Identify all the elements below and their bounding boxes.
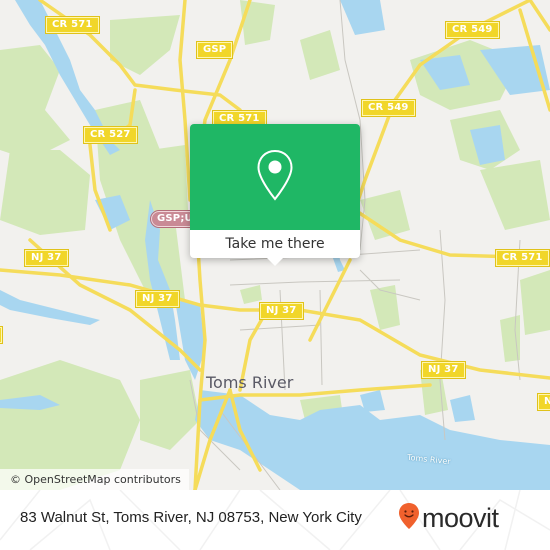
road-label-cr571: CR 571 (495, 249, 550, 267)
address-text: 83 Walnut St, Toms River, NJ 08753, New … (20, 509, 362, 526)
road-label-nj37: NJ 37 (24, 249, 69, 267)
popup-header (190, 124, 360, 230)
road-label-nj37: NJ 37 (421, 361, 466, 379)
map-view[interactable]: CR 571 GSP CR 549 CR 549 CR 571 CR 527 G… (0, 0, 550, 490)
attribution-text: © OpenStreetMap contributors (10, 473, 181, 486)
moovit-smiley-pin-icon (398, 502, 420, 534)
road-label-cr571: CR 571 (45, 16, 100, 34)
map-pin-icon (256, 149, 294, 205)
road-label-cr549: CR 549 (361, 99, 416, 117)
road-label-cr549: CR 549 (445, 21, 500, 39)
road-label-nj37: NJ 37 (135, 290, 180, 308)
road-label-nj37-partial: N (537, 393, 550, 411)
map-attribution[interactable]: © OpenStreetMap contributors (0, 469, 189, 490)
popup-pointer (266, 257, 284, 266)
moovit-logo[interactable]: moovit (398, 502, 499, 534)
moovit-brand-text: moovit (422, 503, 499, 533)
take-me-there-button[interactable]: Take me there (190, 230, 360, 258)
take-me-there-label: Take me there (225, 236, 325, 252)
road-label-nj37: NJ 37 (259, 302, 304, 320)
road-label-cr527: CR 527 (83, 126, 138, 144)
footer: 83 Walnut St, Toms River, NJ 08753, New … (0, 490, 550, 550)
road-label-gsp: GSP (195, 41, 234, 59)
location-popup[interactable]: Take me there (190, 124, 360, 266)
city-label: Toms River (206, 373, 294, 392)
road-label-partial (0, 326, 3, 344)
